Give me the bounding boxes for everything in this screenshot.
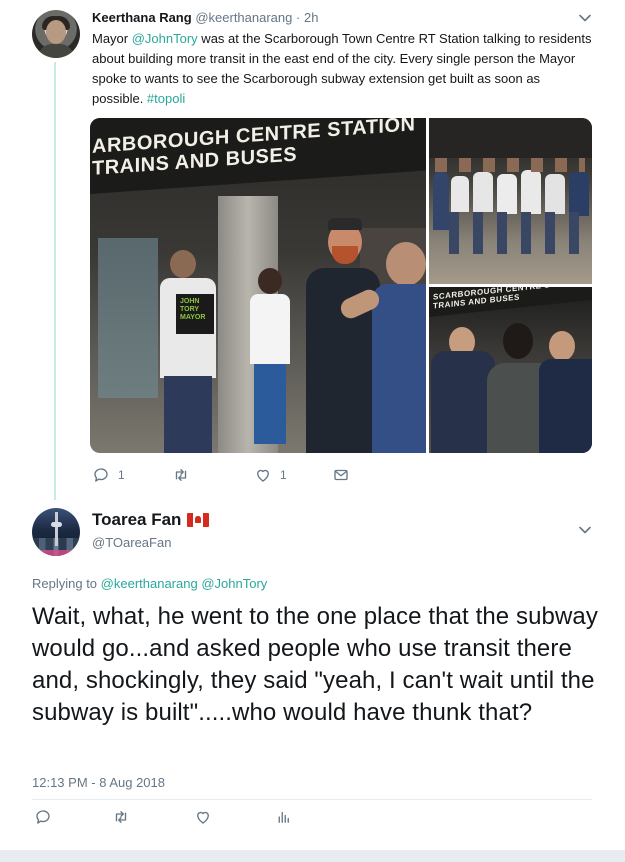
dm-icon[interactable]: [332, 466, 350, 484]
divider: [32, 799, 592, 800]
chevron-down-icon[interactable]: [578, 523, 592, 537]
like-count: 1: [280, 468, 287, 482]
photo-group[interactable]: [429, 118, 592, 284]
like-action[interactable]: 1: [254, 466, 287, 484]
avatar[interactable]: [32, 508, 80, 556]
dm-action[interactable]: [332, 466, 350, 484]
author-handle[interactable]: @keerthanarang: [195, 10, 292, 25]
reply-icon[interactable]: [92, 466, 110, 484]
replying-to: Replying to @keerthanarang @JohnTory: [32, 576, 267, 591]
timeline-divider: [0, 850, 625, 862]
station-sign: ARBOROUGH CENTRE STATION TRAINS AND BUSE…: [90, 118, 426, 194]
like-icon[interactable]: [254, 466, 272, 484]
chevron-down-icon[interactable]: [578, 11, 592, 25]
retweet-icon[interactable]: [112, 808, 130, 826]
author-name[interactable]: Toarea Fan: [92, 510, 181, 530]
author-name-row: Toarea Fan: [92, 510, 210, 530]
tweet-timestamp[interactable]: 12:13 PM - 8 Aug 2018: [32, 775, 165, 790]
tweet-actions: [32, 808, 592, 828]
canada-flag-icon: [187, 513, 210, 527]
like-action[interactable]: [194, 808, 212, 826]
mention-link[interactable]: @JohnTory: [132, 31, 198, 46]
analytics-icon[interactable]: [274, 808, 292, 826]
replying-mention-2[interactable]: @JohnTory: [201, 576, 267, 591]
photo-mayor-crowd[interactable]: SCARBOROUGH CENTRE STATION TRAINS AND BU…: [429, 287, 592, 453]
avatar[interactable]: [32, 10, 80, 58]
tweet-text: Mayor @JohnTory was at the Scarborough T…: [92, 29, 592, 109]
photo-station-main[interactable]: ARBOROUGH CENTRE STATION TRAINS AND BUSE…: [90, 118, 426, 453]
reply-icon[interactable]: [34, 808, 52, 826]
replying-label: Replying to: [32, 576, 101, 591]
photo-grid[interactable]: ARBOROUGH CENTRE STATION TRAINS AND BUSE…: [90, 118, 592, 453]
retweet-action[interactable]: [172, 466, 198, 484]
tweet-actions: 1 1: [92, 466, 592, 486]
parent-tweet[interactable]: Keerthana Rang @keerthanarang · 2h Mayor…: [0, 0, 625, 500]
tweet-time[interactable]: 2h: [304, 10, 318, 25]
retweet-action[interactable]: [112, 808, 130, 826]
author-name[interactable]: Keerthana Rang: [92, 10, 192, 25]
reply-action[interactable]: 1: [92, 466, 125, 484]
hashtag-link[interactable]: #topoli: [147, 91, 185, 106]
like-icon[interactable]: [194, 808, 212, 826]
thread-connector-line: [54, 62, 56, 500]
tweet-header: Keerthana Rang @keerthanarang · 2h: [92, 10, 318, 25]
analytics-action[interactable]: [274, 808, 292, 826]
replying-mention-1[interactable]: @keerthanarang: [101, 576, 198, 591]
author-handle[interactable]: @TOareaFan: [92, 535, 171, 550]
station-sign-small: SCARBOROUGH CENTRE STATION TRAINS AND BU…: [429, 287, 592, 317]
reply-action[interactable]: [34, 808, 52, 826]
retweet-icon[interactable]: [172, 466, 190, 484]
shirt-logo: JOHN TORY MAYOR: [176, 294, 214, 334]
separator: ·: [296, 10, 301, 25]
reply-count: 1: [118, 468, 125, 482]
tweet-text-start: Mayor: [92, 31, 132, 46]
tweet-text: Wait, what, he went to the one place tha…: [32, 603, 598, 726]
focused-tweet: Toarea Fan @TOareaFan Replying to @keert…: [0, 495, 625, 862]
